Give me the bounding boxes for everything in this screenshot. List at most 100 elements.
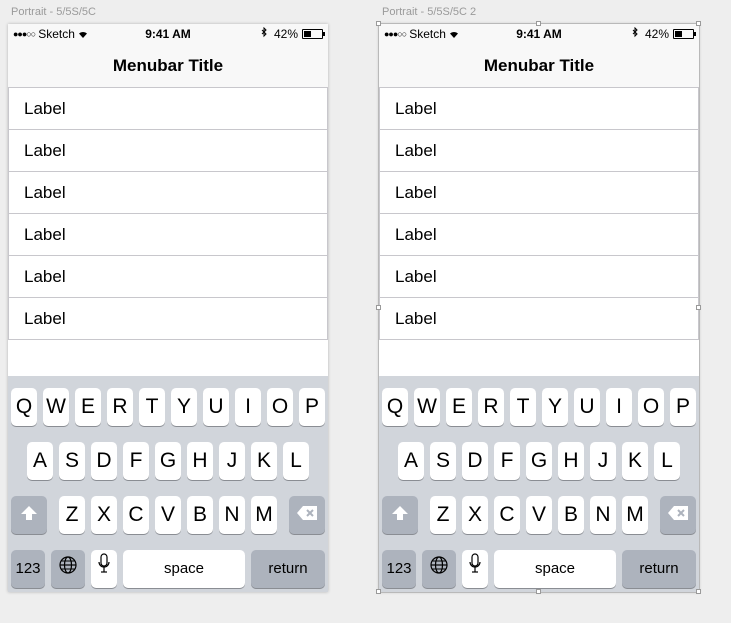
keyboard: Q W E R T Y U I O P A S D F G H J K L Z X C V B N M 123 space return	[379, 376, 699, 592]
key-i[interactable]: I	[235, 388, 261, 426]
key-j[interactable]: J	[590, 442, 616, 480]
key-z[interactable]: Z	[430, 496, 456, 534]
globe-icon	[429, 550, 449, 588]
numbers-key[interactable]: 123	[382, 550, 416, 588]
numbers-key[interactable]: 123	[11, 550, 45, 588]
phone-artboard-1[interactable]: ●●●○○ Sketch 9:41 AM 42% Menubar Title L…	[8, 24, 328, 592]
space-key[interactable]: space	[123, 550, 245, 588]
key-l[interactable]: L	[654, 442, 680, 480]
microphone-key[interactable]	[462, 550, 488, 588]
key-h[interactable]: H	[187, 442, 213, 480]
key-h[interactable]: H	[558, 442, 584, 480]
key-e[interactable]: E	[75, 388, 101, 426]
key-p[interactable]: P	[299, 388, 325, 426]
resize-handle[interactable]	[376, 21, 381, 26]
list-item[interactable]: Label	[8, 298, 328, 340]
key-w[interactable]: W	[43, 388, 69, 426]
return-key[interactable]: return	[251, 550, 325, 588]
artboard-label-1[interactable]: Portrait - 5/5S/5C	[11, 6, 96, 18]
key-x[interactable]: X	[91, 496, 117, 534]
resize-handle[interactable]	[536, 589, 541, 594]
list-item[interactable]: Label	[8, 172, 328, 214]
key-k[interactable]: K	[251, 442, 277, 480]
resize-handle[interactable]	[696, 21, 701, 26]
list-item[interactable]: Label	[379, 214, 699, 256]
key-v[interactable]: V	[526, 496, 552, 534]
list-item[interactable]: Label	[379, 172, 699, 214]
resize-handle[interactable]	[696, 305, 701, 310]
key-u[interactable]: U	[203, 388, 229, 426]
resize-handle[interactable]	[696, 589, 701, 594]
list-item[interactable]: Label	[8, 214, 328, 256]
key-x[interactable]: X	[462, 496, 488, 534]
key-n[interactable]: N	[590, 496, 616, 534]
key-a[interactable]: A	[398, 442, 424, 480]
globe-key[interactable]	[422, 550, 456, 588]
key-k[interactable]: K	[622, 442, 648, 480]
key-w[interactable]: W	[414, 388, 440, 426]
delete-key[interactable]	[660, 496, 696, 534]
list-item[interactable]: Label	[379, 88, 699, 130]
key-b[interactable]: B	[558, 496, 584, 534]
key-r[interactable]: R	[478, 388, 504, 426]
list-item[interactable]: Label	[8, 88, 328, 130]
key-c[interactable]: C	[123, 496, 149, 534]
key-a[interactable]: A	[27, 442, 53, 480]
globe-key[interactable]	[51, 550, 85, 588]
key-q[interactable]: Q	[11, 388, 37, 426]
shift-icon	[20, 496, 38, 534]
key-j[interactable]: J	[219, 442, 245, 480]
delete-key[interactable]	[289, 496, 325, 534]
key-u[interactable]: U	[574, 388, 600, 426]
list-item[interactable]: Label	[379, 130, 699, 172]
shift-key[interactable]	[11, 496, 47, 534]
resize-handle[interactable]	[376, 589, 381, 594]
key-d[interactable]: D	[462, 442, 488, 480]
key-i[interactable]: I	[606, 388, 632, 426]
return-key[interactable]: return	[622, 550, 696, 588]
key-q[interactable]: Q	[382, 388, 408, 426]
label-list: Label Label Label Label Label Label	[8, 88, 328, 340]
microphone-icon	[97, 550, 111, 588]
key-o[interactable]: O	[267, 388, 293, 426]
key-y[interactable]: Y	[171, 388, 197, 426]
key-t[interactable]: T	[139, 388, 165, 426]
list-item[interactable]: Label	[379, 256, 699, 298]
key-m[interactable]: M	[251, 496, 277, 534]
key-s[interactable]: S	[59, 442, 85, 480]
key-y[interactable]: Y	[542, 388, 568, 426]
microphone-icon	[468, 550, 482, 588]
resize-handle[interactable]	[376, 305, 381, 310]
navbar-title: Menubar Title	[8, 44, 328, 88]
key-d[interactable]: D	[91, 442, 117, 480]
key-g[interactable]: G	[155, 442, 181, 480]
phone-artboard-2[interactable]: ●●●○○ Sketch 9:41 AM 42% Menubar Title L…	[378, 23, 700, 593]
label-list: Label Label Label Label Label Label	[379, 88, 699, 340]
key-l[interactable]: L	[283, 442, 309, 480]
bluetooth-icon	[261, 26, 268, 41]
key-m[interactable]: M	[622, 496, 648, 534]
key-p[interactable]: P	[670, 388, 696, 426]
resize-handle[interactable]	[536, 21, 541, 26]
key-b[interactable]: B	[187, 496, 213, 534]
key-z[interactable]: Z	[59, 496, 85, 534]
key-f[interactable]: F	[123, 442, 149, 480]
shift-key[interactable]	[382, 496, 418, 534]
key-o[interactable]: O	[638, 388, 664, 426]
key-n[interactable]: N	[219, 496, 245, 534]
key-r[interactable]: R	[107, 388, 133, 426]
key-v[interactable]: V	[155, 496, 181, 534]
key-c[interactable]: C	[494, 496, 520, 534]
key-g[interactable]: G	[526, 442, 552, 480]
artboard-label-2[interactable]: Portrait - 5/5S/5C 2	[382, 6, 476, 18]
key-f[interactable]: F	[494, 442, 520, 480]
list-item[interactable]: Label	[8, 256, 328, 298]
key-s[interactable]: S	[430, 442, 456, 480]
list-item[interactable]: Label	[379, 298, 699, 340]
key-t[interactable]: T	[510, 388, 536, 426]
globe-icon	[58, 550, 78, 588]
microphone-key[interactable]	[91, 550, 117, 588]
list-item[interactable]: Label	[8, 130, 328, 172]
key-e[interactable]: E	[446, 388, 472, 426]
space-key[interactable]: space	[494, 550, 616, 588]
